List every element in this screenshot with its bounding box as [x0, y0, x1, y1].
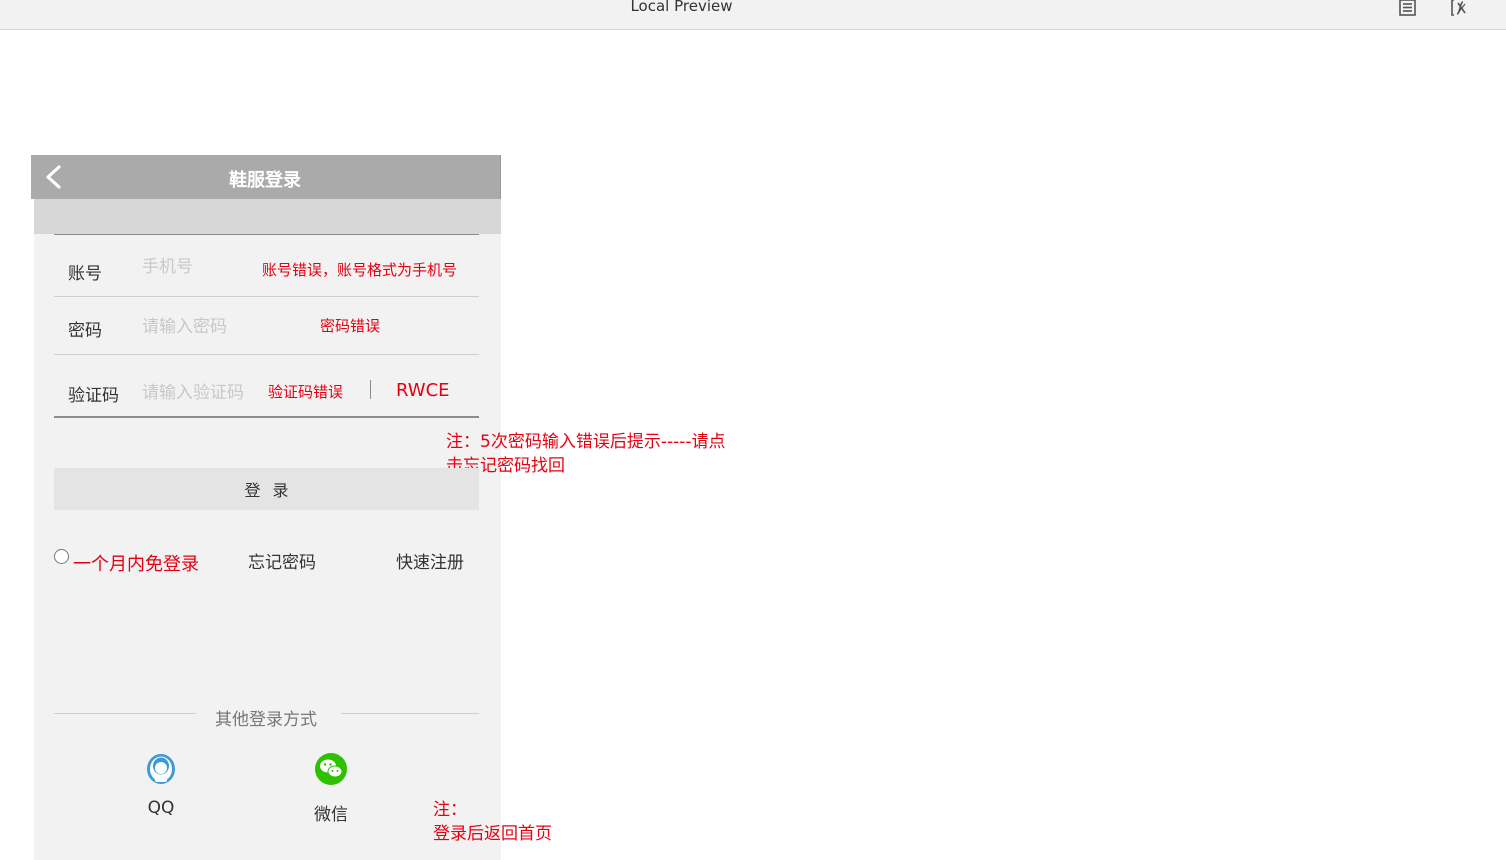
password-label: 密码 — [68, 321, 102, 341]
qq-login-button[interactable]: QQ — [140, 752, 182, 818]
remember-label[interactable]: 一个月内免登录 — [73, 550, 199, 576]
qq-icon — [144, 754, 178, 792]
other-login-heading: 其他登录方式 — [215, 710, 317, 730]
divider — [54, 296, 479, 297]
qq-label: QQ — [147, 798, 175, 818]
redirect-note-line: 登录后返回首页 — [433, 824, 552, 844]
header-spacer — [34, 199, 501, 234]
quick-register-link[interactable]: 快速注册 — [396, 548, 464, 573]
divider — [54, 354, 479, 355]
captcha-divider — [370, 380, 371, 399]
lockout-note: 注：5次密码输入错误后提示-----请点 击忘记密码找回 — [446, 430, 726, 478]
page-header: 鞋服登录 — [31, 155, 501, 199]
password-error: 密码错误 — [320, 317, 381, 335]
divider — [341, 713, 479, 714]
login-panel — [34, 199, 501, 860]
document-icon[interactable] — [1398, 0, 1418, 22]
account-input[interactable] — [142, 255, 252, 279]
captcha-error: 验证码错误 — [268, 383, 344, 401]
remember-radio[interactable] — [54, 549, 69, 564]
account-label: 账号 — [68, 264, 102, 284]
divider — [54, 234, 479, 235]
captcha-input[interactable] — [142, 381, 264, 405]
page-title: 鞋服登录 — [229, 170, 301, 191]
lockout-note-line: 击忘记密码找回 — [446, 456, 565, 476]
divider — [54, 713, 196, 714]
redirect-note-line: 注： — [433, 800, 467, 820]
variable-icon[interactable] — [1449, 0, 1471, 22]
wechat-login-button[interactable]: 微信 — [309, 752, 353, 825]
account-error: 账号错误，账号格式为手机号 — [262, 261, 458, 279]
forgot-password-link[interactable]: 忘记密码 — [248, 548, 316, 573]
login-button[interactable]: 登录 — [54, 468, 479, 510]
captcha-label: 验证码 — [68, 386, 119, 406]
redirect-note: 注： 登录后返回首页 — [433, 798, 552, 846]
window-title: Local Preview — [630, 0, 733, 15]
wechat-icon — [314, 753, 348, 790]
wechat-label: 微信 — [314, 805, 348, 825]
password-input[interactable] — [142, 315, 312, 339]
window-titlebar: Local Preview — [0, 0, 1506, 30]
captcha-code[interactable]: RWCE — [396, 380, 450, 401]
lockout-note-line: 注：5次密码输入错误后提示-----请点 — [446, 432, 726, 452]
divider — [54, 416, 479, 418]
